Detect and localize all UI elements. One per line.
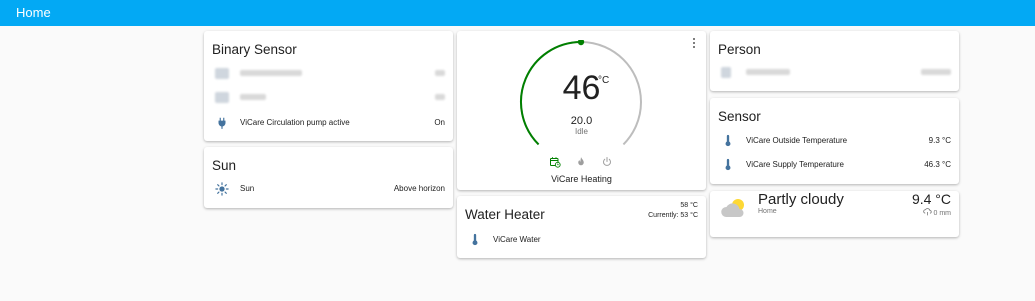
card-title: Person (718, 42, 761, 57)
blurred-icon (215, 68, 229, 79)
entity-state: Above horizon (393, 184, 445, 193)
entity-name (240, 69, 302, 78)
current-temperature: 46 (562, 69, 601, 107)
entity-row[interactable]: Sun Above horizon (204, 179, 453, 199)
entity-name: ViCare Circulation pump active (240, 118, 350, 127)
entity-name: Sun (240, 184, 255, 193)
app-header: Home (0, 0, 1035, 26)
thermostat-card: 46 °C 20.0 Idle ViCare Heating (457, 31, 706, 190)
hvac-action: Idle (575, 127, 588, 136)
precipitation-value: 0 mm (933, 210, 952, 217)
entity-state (435, 69, 445, 78)
sun-card: Sun Sun Above horizon (204, 147, 453, 208)
rain-cloud-icon (922, 208, 932, 216)
person-card: Person (710, 31, 959, 91)
entity-row[interactable] (204, 88, 453, 108)
card-title: Water Heater (465, 207, 545, 222)
entity-state: On (434, 118, 445, 127)
temperature-unit: °C (598, 75, 610, 86)
page-title: Home (16, 5, 51, 20)
entity-row[interactable] (204, 64, 453, 84)
blurred-icon (721, 67, 731, 78)
dial-handle (577, 40, 585, 46)
flame-icon[interactable] (575, 156, 587, 168)
calendar-clock-icon[interactable] (549, 156, 561, 168)
thermostat-name[interactable]: ViCare Heating (457, 174, 706, 184)
entity-name (240, 93, 266, 102)
partly-cloudy-icon (721, 199, 744, 217)
entity-row[interactable]: ViCare Circulation pump active On (204, 113, 453, 133)
weather-content: Partly cloudy Home 9.4 °C 0 mm (710, 88, 959, 238)
entity-row[interactable] (710, 63, 959, 83)
thermometer-icon (472, 233, 478, 246)
weather-temperature: 9.4 °C (911, 191, 951, 207)
sun-icon (215, 182, 229, 196)
entity-state (921, 68, 951, 77)
entity-row[interactable]: ViCare Water (457, 230, 706, 250)
weather-location: Home (758, 208, 777, 215)
weather-precipitation: 0 mm (922, 208, 952, 217)
entity-name: ViCare Water (493, 235, 541, 244)
target-temperature[interactable]: 20.0 (457, 115, 706, 127)
power-icon[interactable] (601, 156, 613, 168)
card-title: Sun (212, 158, 237, 173)
weather-condition: Partly cloudy (758, 191, 844, 208)
card-title: Binary Sensor (212, 42, 297, 57)
binary-sensor-card: Binary Sensor ViCare Circulation pump ac… (204, 31, 453, 141)
more-options-icon[interactable] (691, 38, 697, 50)
entity-name (746, 68, 790, 77)
blurred-icon (215, 92, 229, 103)
entity-state (435, 93, 445, 102)
power-plug-icon (218, 117, 226, 129)
